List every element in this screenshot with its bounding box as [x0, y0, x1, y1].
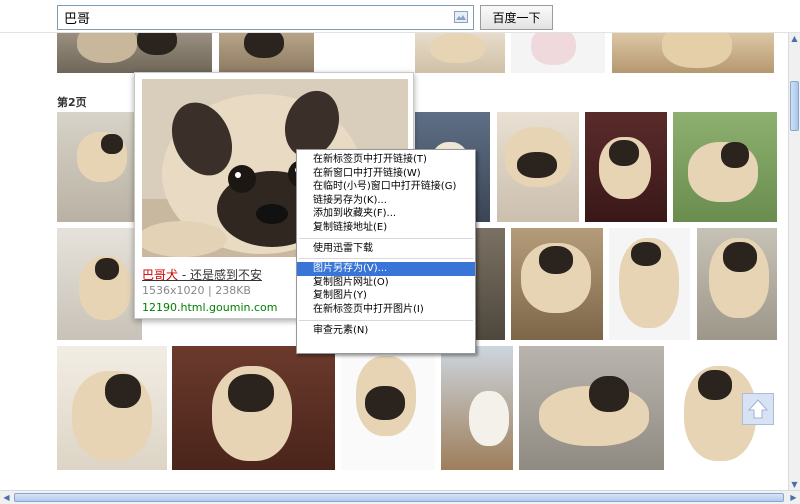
menu-open-link-temp-window[interactable]: 在临时(小号)窗口中打开链接(G) — [297, 180, 475, 194]
result-thumbnail[interactable] — [511, 228, 603, 340]
scroll-up-arrow-icon[interactable]: ▲ — [789, 33, 800, 44]
scroll-down-arrow-icon[interactable]: ▼ — [789, 479, 800, 490]
preview-title-link[interactable]: 巴哥犬 - 还是感到不安 — [142, 266, 262, 283]
result-thumbnail[interactable] — [585, 112, 667, 222]
menu-save-link-as[interactable]: 链接另存为(K)... — [297, 194, 475, 208]
search-header: 百度一下 — [0, 0, 800, 33]
camera-search-icon[interactable] — [454, 11, 468, 23]
scroll-right-arrow-icon[interactable]: ▶ — [788, 492, 799, 503]
search-box[interactable] — [57, 5, 474, 30]
result-thumbnail[interactable] — [219, 33, 314, 73]
preview-meta: 1536x1020 | 238KB — [142, 284, 251, 297]
result-thumbnail[interactable] — [172, 346, 335, 470]
horizontal-scrollbar[interactable]: ◀ ▶ — [0, 490, 800, 504]
menu-copy-link-address[interactable]: 复制链接地址(E) — [297, 221, 475, 235]
menu-copy-image-url[interactable]: 复制图片网址(O) — [297, 276, 475, 290]
menu-open-link-new-window[interactable]: 在新窗口中打开链接(W) — [297, 167, 475, 181]
horizontal-scroll-thumb[interactable] — [14, 493, 784, 502]
preview-title-highlight: 巴哥犬 — [142, 268, 179, 282]
result-thumbnail[interactable] — [697, 228, 777, 340]
menu-separator — [299, 258, 473, 260]
result-thumbnail[interactable] — [57, 33, 212, 73]
result-thumbnail[interactable] — [57, 346, 167, 470]
context-menu: 在新标签页中打开链接(T) 在新窗口中打开链接(W) 在临时(小号)窗口中打开链… — [296, 149, 476, 354]
result-thumbnail[interactable] — [341, 346, 435, 470]
preview-title-text: - 还是感到不安 — [178, 268, 262, 282]
preview-source-url[interactable]: 12190.html.goumin.com — [142, 301, 277, 314]
vertical-scrollbar[interactable]: ▲ ▼ — [788, 33, 800, 490]
result-thumbnail[interactable] — [511, 33, 605, 73]
menu-download-thunder[interactable]: 使用迅雷下载 — [297, 242, 475, 256]
result-thumbnail[interactable] — [441, 346, 513, 470]
menu-separator — [299, 237, 473, 239]
menu-open-image-new-tab[interactable]: 在新标签页中打开图片(I) — [297, 303, 475, 317]
search-input[interactable] — [58, 6, 448, 29]
menu-add-to-favorites[interactable]: 添加到收藏夹(F)... — [297, 207, 475, 221]
page-label: 第2页 — [57, 96, 87, 109]
menu-open-link-new-tab[interactable]: 在新标签页中打开链接(T) — [297, 153, 475, 167]
result-thumbnail[interactable] — [673, 112, 777, 222]
menu-inspect-element[interactable]: 审查元素(N) — [297, 324, 475, 338]
menu-separator — [299, 319, 473, 321]
arrow-up-icon — [747, 399, 769, 419]
result-thumbnail[interactable] — [609, 228, 690, 340]
back-to-top-button[interactable] — [742, 393, 774, 425]
result-thumbnail[interactable] — [57, 112, 142, 222]
result-thumbnail[interactable] — [612, 33, 774, 73]
menu-save-image-as[interactable]: 图片另存为(V)... — [297, 262, 475, 276]
result-thumbnail[interactable] — [57, 228, 142, 340]
vertical-scroll-thumb[interactable] — [790, 81, 799, 131]
menu-copy-image[interactable]: 复制图片(Y) — [297, 289, 475, 303]
result-thumbnail[interactable] — [519, 346, 664, 470]
result-thumbnail[interactable] — [415, 33, 505, 73]
result-thumbnail[interactable] — [497, 112, 579, 222]
search-button[interactable]: 百度一下 — [480, 5, 553, 30]
scroll-left-arrow-icon[interactable]: ◀ — [1, 492, 12, 503]
